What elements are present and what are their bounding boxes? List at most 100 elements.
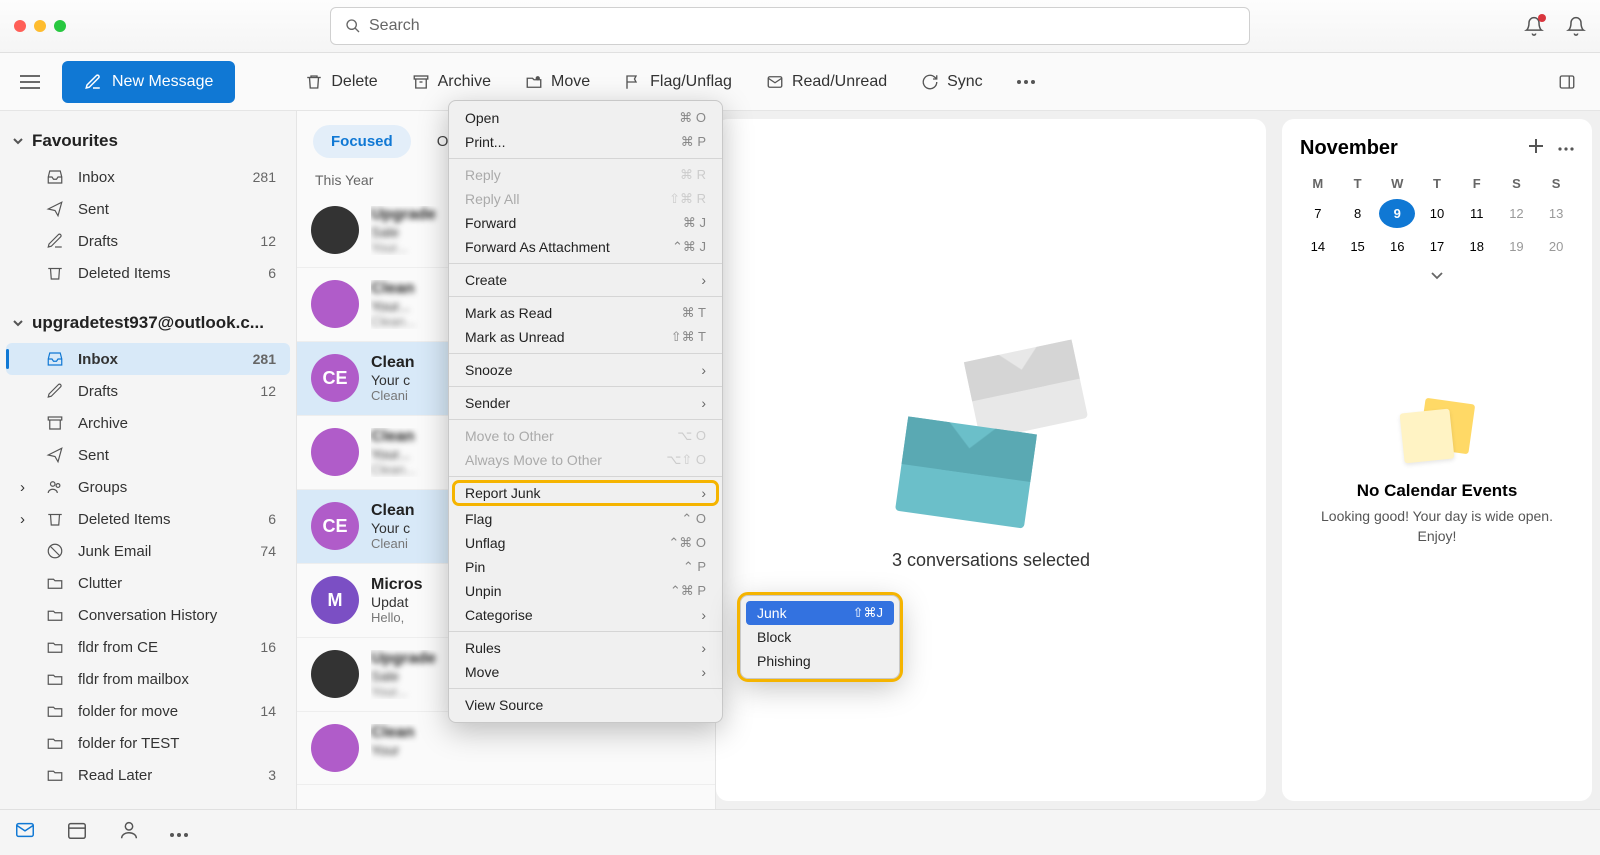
- chevron-right-icon: ›: [701, 640, 706, 656]
- cm-create[interactable]: Create›: [449, 268, 722, 292]
- move-button[interactable]: Move: [511, 63, 604, 101]
- submenu-phishing[interactable]: Phishing: [741, 649, 899, 673]
- calendar-expand-button[interactable]: [1300, 261, 1574, 291]
- label: Inbox: [78, 351, 118, 368]
- calendar-day[interactable]: 10: [1419, 199, 1455, 228]
- mail-icon: [14, 819, 36, 841]
- calendar-day[interactable]: 8: [1340, 199, 1376, 228]
- calendar-dow: T: [1340, 172, 1376, 195]
- people-icon: [118, 819, 140, 841]
- sidebar-folder-test[interactable]: folder for TEST: [6, 727, 290, 759]
- sidebar-read-later[interactable]: Read Later 3: [6, 759, 290, 791]
- submenu-block[interactable]: Block: [741, 625, 899, 649]
- archive-label: Archive: [438, 73, 491, 91]
- cm-unflag[interactable]: Unflag⌃⌘ O: [449, 531, 722, 555]
- account-header[interactable]: upgradetest937@outlook.c...: [0, 303, 296, 343]
- cm-move[interactable]: Move›: [449, 660, 722, 684]
- search-icon: [345, 18, 361, 34]
- calendar-day[interactable]: 16: [1379, 232, 1415, 261]
- sidebar-sent[interactable]: Sent: [6, 439, 290, 471]
- sidebar-fav-drafts[interactable]: Drafts 12: [6, 225, 290, 257]
- cm-report-junk[interactable]: Report Junk›: [453, 481, 718, 505]
- cm-pin[interactable]: Pin⌃ P: [449, 555, 722, 579]
- people-app-button[interactable]: [118, 819, 140, 846]
- calendar-app-button[interactable]: [66, 819, 88, 846]
- sidebar-drafts[interactable]: Drafts 12: [6, 375, 290, 407]
- folder-icon: [46, 574, 64, 592]
- sidebar-inbox[interactable]: Inbox 281: [6, 343, 290, 375]
- submenu-junk[interactable]: Junk⇧⌘J: [746, 601, 894, 625]
- cm-mark-unread[interactable]: Mark as Unread⇧⌘ T: [449, 325, 722, 349]
- read-unread-button[interactable]: Read/Unread: [752, 63, 901, 101]
- no-events-title: No Calendar Events: [1300, 481, 1574, 501]
- cm-categorise[interactable]: Categorise›: [449, 603, 722, 627]
- calendar-day[interactable]: 18: [1459, 232, 1495, 261]
- tab-focused[interactable]: Focused: [313, 125, 411, 158]
- trash-icon: [46, 510, 64, 528]
- notepad-illustration: [1402, 401, 1472, 461]
- cm-sender[interactable]: Sender›: [449, 391, 722, 415]
- mail-app-button[interactable]: [14, 819, 36, 846]
- notification-dot: [1538, 14, 1546, 22]
- sidebar-archive[interactable]: Archive: [6, 407, 290, 439]
- new-message-button[interactable]: New Message: [62, 61, 235, 103]
- label: Sent: [78, 447, 109, 464]
- calendar-day[interactable]: 9: [1379, 199, 1415, 228]
- sidebar-groups[interactable]: › Groups: [6, 471, 290, 503]
- sidebar-folder-move[interactable]: folder for move 14: [6, 695, 290, 727]
- sidebar-clutter[interactable]: Clutter: [6, 567, 290, 599]
- minimize-window-button[interactable]: [34, 20, 46, 32]
- calendar-more-button[interactable]: [1558, 138, 1574, 159]
- panel-toggle-button[interactable]: [1544, 63, 1590, 101]
- report-junk-submenu: Junk⇧⌘J Block Phishing: [740, 595, 900, 679]
- search-input[interactable]: Search: [330, 7, 1250, 45]
- flag-button[interactable]: Flag/Unflag: [610, 63, 746, 101]
- cm-unpin[interactable]: Unpin⌃⌘ P: [449, 579, 722, 603]
- delete-button[interactable]: Delete: [291, 63, 391, 101]
- folder-icon: [46, 638, 64, 656]
- sync-button[interactable]: Sync: [907, 63, 997, 101]
- cm-print[interactable]: Print...⌘ P: [449, 130, 722, 154]
- folder-icon: [46, 606, 64, 624]
- calendar-day[interactable]: 17: [1419, 232, 1455, 261]
- calendar-day[interactable]: 12: [1499, 199, 1535, 228]
- archive-icon: [412, 73, 430, 91]
- close-window-button[interactable]: [14, 20, 26, 32]
- sidebar-junk[interactable]: Junk Email 74: [6, 535, 290, 567]
- cm-view-source[interactable]: View Source: [449, 693, 722, 717]
- more-button[interactable]: [1003, 70, 1049, 94]
- selected-count-text: 3 conversations selected: [892, 550, 1090, 571]
- sidebar-fldr-ce[interactable]: fldr from CE 16: [6, 631, 290, 663]
- label: folder for move: [78, 703, 178, 720]
- calendar-day[interactable]: 15: [1340, 232, 1376, 261]
- cm-open[interactable]: Open⌘ O: [449, 106, 722, 130]
- cm-snooze[interactable]: Snooze›: [449, 358, 722, 382]
- sidebar-fav-inbox[interactable]: Inbox 281: [6, 161, 290, 193]
- calendar-day[interactable]: 20: [1538, 232, 1574, 261]
- sidebar-fldr-mailbox[interactable]: fldr from mailbox: [6, 663, 290, 695]
- calendar-day[interactable]: 11: [1459, 199, 1495, 228]
- cm-rules[interactable]: Rules›: [449, 636, 722, 660]
- sidebar-fav-sent[interactable]: Sent: [6, 193, 290, 225]
- calendar-day[interactable]: 7: [1300, 199, 1336, 228]
- trash-icon: [305, 73, 323, 91]
- add-event-button[interactable]: [1528, 138, 1544, 159]
- maximize-window-button[interactable]: [54, 20, 66, 32]
- sidebar-conv-history[interactable]: Conversation History: [6, 599, 290, 631]
- cm-mark-read[interactable]: Mark as Read⌘ T: [449, 301, 722, 325]
- sidebar-fav-deleted[interactable]: Deleted Items 6: [6, 257, 290, 289]
- calendar-day[interactable]: 13: [1538, 199, 1574, 228]
- sidebar-deleted[interactable]: › Deleted Items 6: [6, 503, 290, 535]
- reminders-button[interactable]: [1566, 16, 1586, 36]
- cm-forward-attachment[interactable]: Forward As Attachment⌃⌘ J: [449, 235, 722, 259]
- calendar-day[interactable]: 14: [1300, 232, 1336, 261]
- apps-more-button[interactable]: [170, 824, 188, 842]
- favourites-header[interactable]: Favourites: [0, 121, 296, 161]
- menu-toggle-button[interactable]: [10, 64, 50, 100]
- notifications-button[interactable]: [1524, 16, 1544, 36]
- label: Deleted Items: [78, 265, 171, 282]
- calendar-day[interactable]: 19: [1499, 232, 1535, 261]
- cm-flag[interactable]: Flag⌃ O: [449, 507, 722, 531]
- cm-forward[interactable]: Forward⌘ J: [449, 211, 722, 235]
- archive-button[interactable]: Archive: [398, 63, 505, 101]
